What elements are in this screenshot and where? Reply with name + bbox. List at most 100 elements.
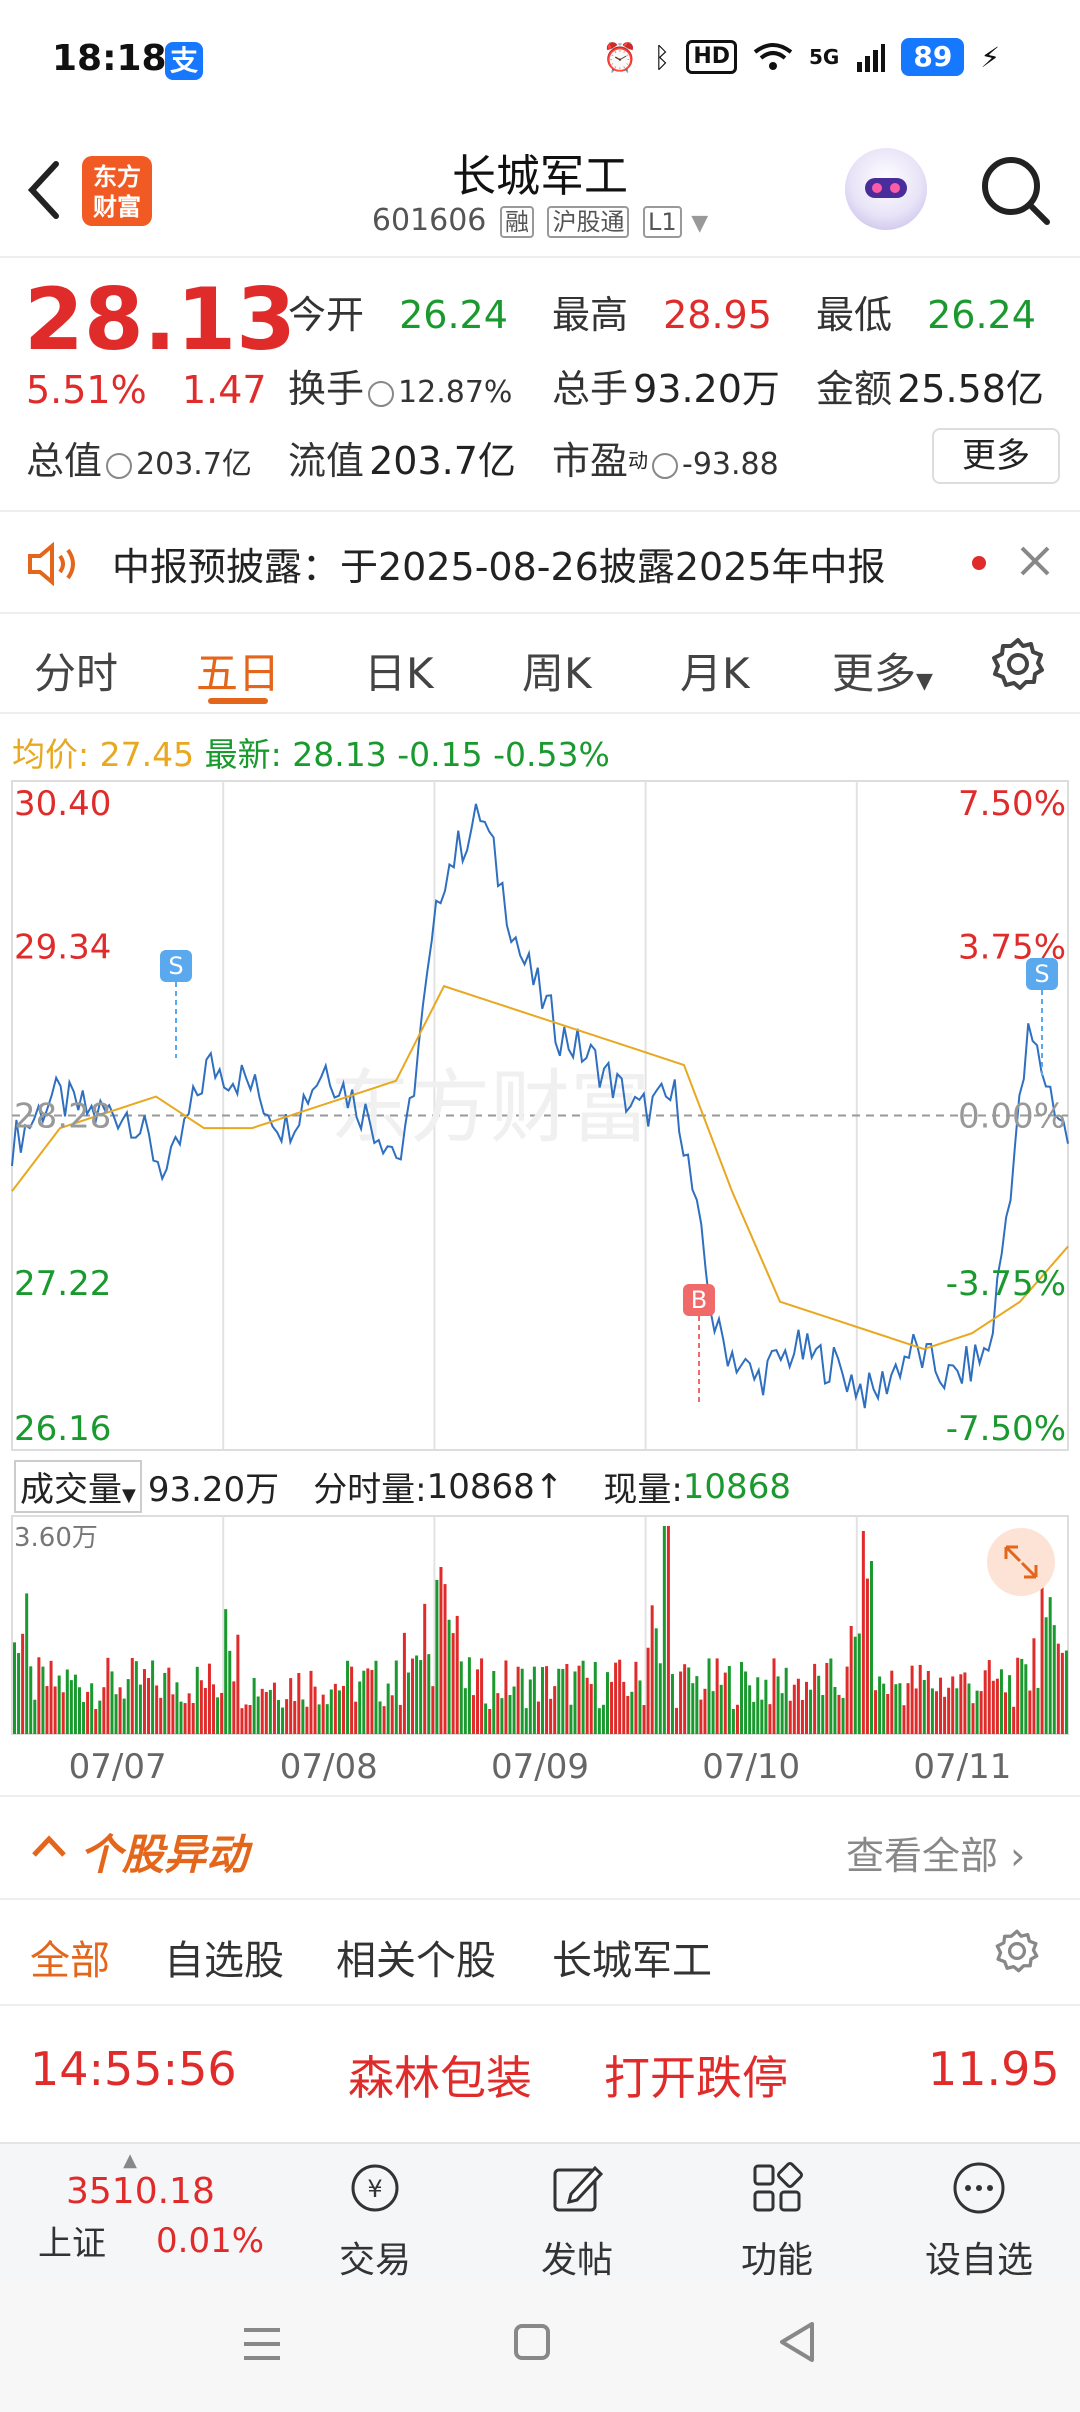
volume-bar [1020,1658,1024,1734]
volume-bar [943,1696,947,1734]
assistant-robot-icon[interactable] [845,148,927,230]
sell-marker[interactable]: S [1026,958,1058,1080]
open-stat: 今开 26.24 [288,284,508,339]
volume-bar [61,1692,65,1734]
view-all-link[interactable]: 查看全部 › [846,1825,1025,1880]
nav-trade[interactable]: ¥ 交易 [310,2160,440,2283]
buy-marker[interactable]: B [683,1284,715,1405]
robot-eye [872,183,882,193]
volume-bar [277,1700,280,1734]
filter-related[interactable]: 相关个股 [336,1928,496,1986]
volume-bar [159,1697,163,1734]
anomaly-event-row[interactable]: 14:55:56 森林包装 打开跌停 11.95 [0,2004,1080,2140]
chart-legend: 均价: 27.45 最新: 28.13 -0.15 -0.53% [12,728,610,776]
index-ticker[interactable]: ▲ 3510.18 上证 0.01% [30,2150,280,2265]
back-nav-icon[interactable] [776,2320,820,2364]
volume-bar [163,1672,167,1734]
pe-stat[interactable]: 市盈动 -93.88 [552,430,779,485]
volume-bar [549,1698,553,1734]
expand-chart-button[interactable] [987,1528,1055,1596]
volume-bar [601,1704,605,1734]
volume-bar [541,1667,544,1734]
filter-all[interactable]: 全部 [30,1928,110,1986]
volume-header: 成交量▼ 93.20万 分时量: 10868 ↑ 现量: 10868 [14,1460,791,1513]
five-day-price-chart[interactable]: 东方财富 30.4029.3428.2827.2226.167.50%3.75%… [0,775,1080,1455]
volume-bar [987,1660,991,1734]
amount-stat: 金额 25.58亿 [816,358,1044,413]
float-value: 203.7亿 [369,439,516,483]
volume-bar [947,1687,951,1734]
volume-bar [341,1685,345,1734]
volume-bar [914,1688,918,1734]
volume-bar [951,1676,955,1734]
search-button[interactable] [975,150,1055,230]
tab-five-day[interactable]: 五日 [196,640,280,701]
volume-bar [488,1708,492,1734]
filter-this-stock[interactable]: 长城军工 [552,1928,712,1986]
volume-bar [333,1683,337,1734]
volume-bar [605,1672,609,1734]
chart-tabs: 分时 五日 日K 周K 月K 更多▼ [0,612,1080,714]
volume-bar [106,1657,110,1734]
volume-bar [512,1686,516,1734]
nav-functions[interactable]: 功能 [712,2160,842,2283]
notice-bar[interactable]: 中报预披露：于2025-08-26披露2025年中报 [0,510,1080,614]
chart-settings-button[interactable] [990,636,1046,696]
volume-bar [240,1708,244,1734]
volume-bar [768,1704,772,1734]
home-icon[interactable] [512,2322,552,2362]
tab-weekly-k[interactable]: 周K [522,640,592,701]
volume-bar [991,1680,995,1734]
volume-bar [626,1695,630,1734]
close-notice-button[interactable] [1016,542,1054,584]
volume-indicator-select[interactable]: 成交量▼ [14,1460,142,1513]
volume-bar [171,1694,175,1734]
volume-bar [703,1688,707,1734]
mktcap-stat[interactable]: 总值 203.7亿 [26,430,252,485]
info-icon [106,452,133,479]
volume-bar [670,1674,674,1734]
battery-icon: 89 [901,38,965,76]
signal-bars-icon [857,44,886,72]
y-tick-right: -7.50% [946,1409,1066,1449]
gear-icon [995,1929,1039,1973]
tab-intraday[interactable]: 分时 [34,640,118,701]
volume-bar [711,1691,715,1734]
nav-post[interactable]: 发帖 [512,2160,642,2283]
volume-bar [650,1605,654,1734]
volume-bar [232,1681,236,1734]
volume-bar [675,1707,679,1734]
volume-bar [309,1670,313,1734]
menu-icon[interactable] [240,2324,284,2364]
filter-watchlist[interactable]: 自选股 [164,1928,284,1986]
volume-bar [841,1697,845,1734]
nav-trade-label: 交易 [338,2240,411,2281]
volume-bar [805,1681,808,1734]
volume-chart[interactable]: 3.60万 07/07 07/08 07/09 07/10 07/11 [0,1510,1080,1840]
volume-bar [443,1584,447,1734]
chevron-down-icon: ▼ [122,1485,136,1506]
y-tick-right: 0.00% [958,1097,1066,1137]
nav-add-watchlist[interactable]: 设自选 [914,2160,1044,2283]
anomaly-title: 个股异动 [80,1830,249,1879]
volume-bar [744,1671,748,1734]
chevron-right-icon: › [1010,1834,1026,1878]
avg-value: 27.45 [99,735,195,774]
volume-bar [784,1667,788,1734]
volume-stat: 总手 93.20万 [552,358,780,413]
sell-marker[interactable]: S [160,950,192,1058]
tab-more[interactable]: 更多▼ [832,640,933,701]
more-stats-button[interactable]: 更多 [932,428,1060,484]
pe-label: 市盈 [552,439,629,483]
volume-bar [212,1684,216,1734]
volume-bar [439,1567,443,1734]
tab-monthly-k[interactable]: 月K [680,640,750,701]
turnover-stat[interactable]: 换手 12.87% [288,358,512,413]
volume-bar [459,1661,463,1734]
volume-bar [402,1632,406,1734]
anomaly-settings-button[interactable] [994,1928,1040,1978]
tab-daily-k[interactable]: 日K [364,640,434,701]
volume-bar [114,1694,118,1734]
volume-bar [301,1699,305,1734]
stock-anomaly-header[interactable]: 个股异动 查看全部 › [0,1795,1080,1897]
